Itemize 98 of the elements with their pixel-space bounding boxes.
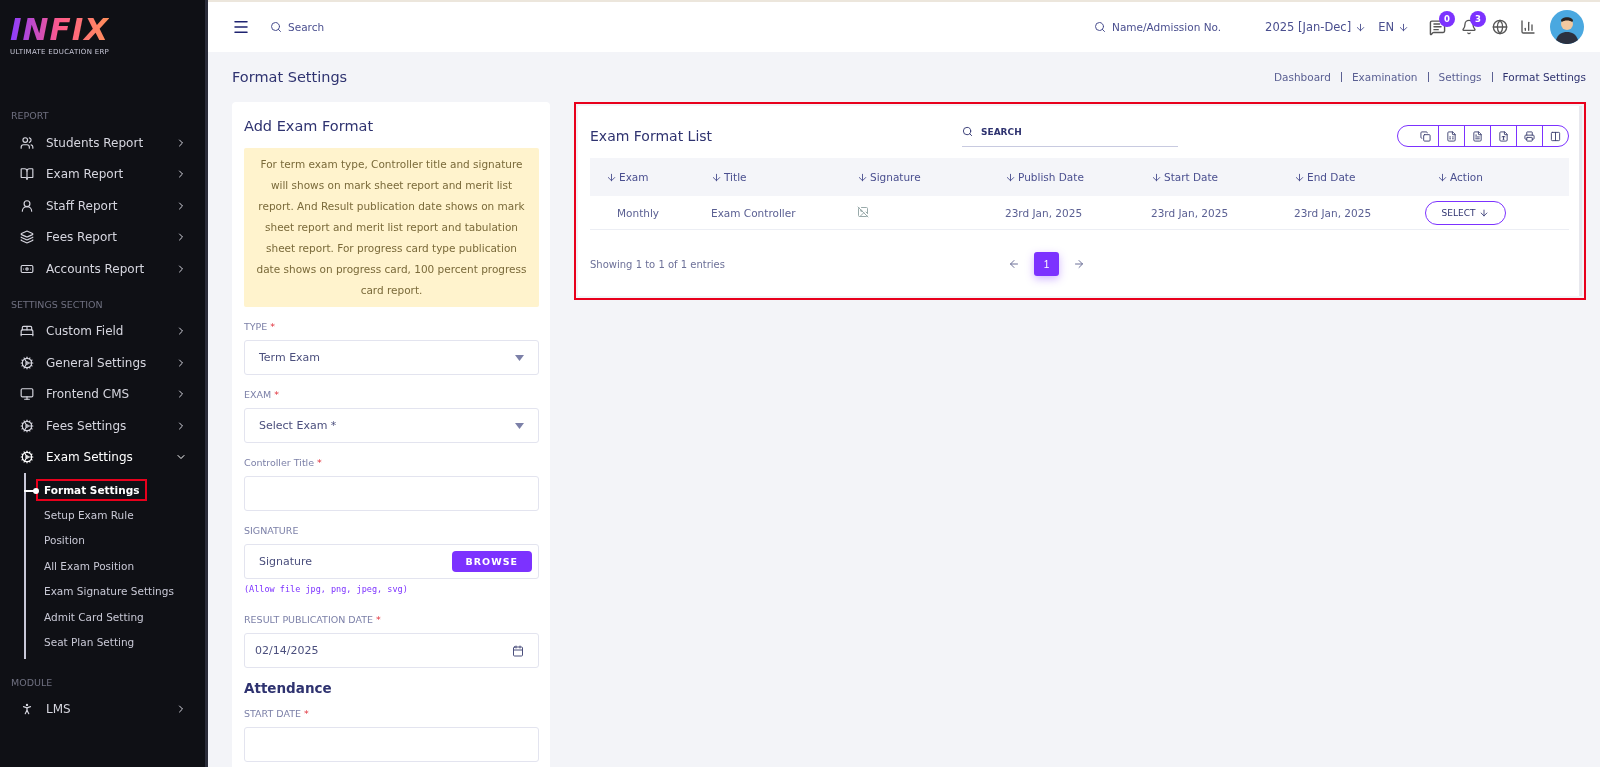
submenu-item[interactable]: All Exam Position	[38, 556, 141, 575]
submenu-item[interactable]: Position	[38, 531, 91, 550]
bell-icon[interactable]	[1461, 19, 1477, 35]
card-title: Add Exam Format	[244, 118, 375, 134]
select-field[interactable]: Select Exam *	[244, 408, 539, 443]
sort-arrow-icon[interactable]	[1005, 171, 1016, 183]
input-field[interactable]	[244, 727, 539, 762]
browse-button[interactable]: BROWSE	[451, 551, 532, 572]
section-title: SETTINGS SECTION	[10, 298, 104, 310]
table-cell-text: 23rd Jan, 2025	[1004, 206, 1084, 219]
breadcrumb-link[interactable]: Format Settings	[1502, 71, 1586, 83]
sort-arrow-icon[interactable]	[1294, 171, 1305, 183]
active-marker	[24, 489, 36, 492]
required-mark: *	[270, 321, 276, 332]
breadcrumb-link[interactable]: Examination	[1351, 71, 1418, 83]
submenu-item[interactable]: Setup Exam Rule	[38, 506, 140, 525]
arrow-down-icon	[1355, 21, 1367, 33]
sidebar-item[interactable]: Exam Settings	[0, 441, 205, 473]
field-label: SIGNATURE	[244, 525, 299, 536]
field-label: START DATE	[244, 708, 302, 719]
breadcrumb-separator	[1427, 72, 1429, 82]
arrow-down-icon	[1398, 21, 1409, 33]
sidebar-item[interactable]: LMS	[0, 693, 205, 726]
sort-arrow-icon[interactable]	[1437, 171, 1448, 183]
page-title: Format Settings	[232, 69, 348, 85]
chat-icon[interactable]	[1429, 18, 1446, 36]
sort-arrow-icon[interactable]	[606, 171, 617, 183]
breadcrumb-separator	[1340, 72, 1342, 82]
notice-message: For term exam type, Controller title and signature will shows on mark sheet report and merit list report. And Result publication date shows on mark sheet report and merit list report and tabulation sheet report. For progress card type publication date shows on progress card, 100 percent progress card report.	[244, 148, 539, 307]
date-field[interactable]: 02/14/2025	[244, 633, 539, 668]
section-title: REPORT	[10, 110, 50, 121]
sidebar-item[interactable]: Fees Report	[0, 221, 205, 253]
column-header[interactable]: Exam	[619, 171, 649, 183]
sort-arrow-icon[interactable]	[711, 171, 722, 183]
section-title: MODULE	[10, 676, 54, 688]
student-search-field[interactable]: Name/Admission No.	[1094, 21, 1222, 33]
submenu-item[interactable]: Format Settings	[38, 480, 146, 499]
select-button[interactable]: SELECT	[1425, 200, 1506, 225]
table-cell-text: 23rd Jan, 2025	[1150, 206, 1230, 219]
field-label: TYPE	[244, 321, 268, 332]
count-badge: 3	[1470, 11, 1486, 27]
column-header[interactable]: End Date	[1307, 171, 1356, 183]
search-field[interactable]: Search	[270, 21, 325, 33]
chart-icon[interactable]	[1520, 19, 1536, 35]
field-hint: (Allow file jpg, png, jpeg, svg)	[244, 584, 409, 594]
sidebar-item[interactable]: Exam Report	[0, 158, 205, 190]
search-icon	[962, 126, 973, 137]
required-mark: *	[274, 389, 279, 400]
required-mark: *	[304, 708, 309, 719]
language-dropdown[interactable]: EN	[1378, 20, 1409, 34]
column-header[interactable]: Start Date	[1164, 171, 1219, 183]
table-cell-text: Monthly	[616, 206, 661, 219]
previous-page-icon[interactable]	[1008, 258, 1020, 270]
column-header[interactable]: Signature	[870, 171, 921, 183]
arrow-down-icon	[1479, 207, 1490, 218]
sidebar-item[interactable]: Custom Field	[0, 315, 205, 347]
field-label: EXAM	[244, 389, 272, 400]
dropdown-caret-icon	[515, 422, 524, 429]
card-title: Exam Format List	[590, 128, 714, 144]
sidebar-item[interactable]: Accounts Report	[0, 253, 205, 285]
count-badge: 0	[1439, 10, 1455, 27]
session-dropdown[interactable]: 2025 [Jan-Dec]	[1265, 20, 1367, 34]
table-cell-text: 23rd Jan, 2025	[1293, 206, 1373, 219]
file-field[interactable]: Signature BROWSE	[244, 544, 539, 579]
breadcrumb-separator	[1491, 72, 1493, 82]
breadcrumb-link[interactable]: Dashboard	[1273, 71, 1331, 83]
sidebar-item[interactable]: General Settings	[0, 347, 205, 379]
required-mark: *	[317, 457, 322, 468]
breadcrumb-link[interactable]: Settings	[1438, 71, 1482, 83]
column-header[interactable]: Action	[1450, 171, 1483, 183]
sort-arrow-icon[interactable]	[1151, 171, 1162, 183]
avatar[interactable]	[1550, 10, 1584, 44]
select-field[interactable]: Term Exam	[244, 340, 539, 375]
sidebar-item[interactable]: Students Report	[0, 127, 205, 159]
search-icon	[1094, 21, 1107, 33]
broken-image-icon	[857, 205, 869, 218]
search-icon	[270, 21, 282, 33]
input-field[interactable]	[244, 476, 539, 511]
submenu-item[interactable]: Admit Card Setting	[38, 607, 150, 626]
field-label: RESULT PUBLICATION DATE	[244, 614, 373, 625]
table-cell-text: Exam Controller	[710, 206, 797, 219]
submenu-item[interactable]: Seat Plan Setting	[38, 633, 141, 652]
sidebar-item[interactable]: Fees Settings	[0, 410, 205, 442]
submenu-item[interactable]: Exam Signature Settings	[38, 582, 180, 601]
globe-icon[interactable]	[1492, 19, 1508, 35]
required-mark: *	[376, 614, 381, 625]
sidebar-item[interactable]: Frontend CMS	[0, 378, 205, 410]
sidebar-item[interactable]: Staff Report	[0, 190, 205, 222]
table-search-field[interactable]: SEARCH	[962, 117, 1178, 147]
entries-info: Showing 1 to 1 of 1 entries	[590, 258, 726, 270]
calendar-icon[interactable]	[512, 644, 524, 657]
field-label: Controller Title	[244, 457, 315, 468]
column-header[interactable]: Publish Date	[1018, 171, 1084, 183]
column-header[interactable]: Title	[724, 171, 747, 183]
sort-arrow-icon[interactable]	[857, 171, 868, 183]
page-button[interactable]: 1	[1034, 252, 1059, 276]
dropdown-caret-icon	[515, 354, 524, 361]
section-heading: Attendance	[244, 680, 333, 696]
